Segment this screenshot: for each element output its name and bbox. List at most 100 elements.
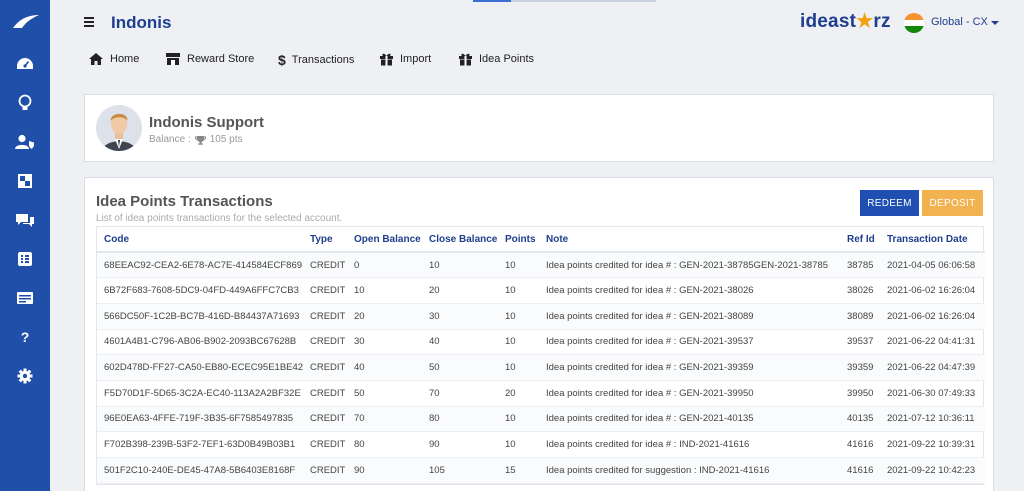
- cell-code: 566DC50F-1C2B-BC7B-416D-B84437A71693: [97, 303, 303, 330]
- cell-ref-id: 39950: [840, 380, 880, 407]
- column-header-type[interactable]: Type: [303, 227, 347, 253]
- cell-type: CREDIT: [303, 303, 347, 330]
- column-header-transaction-date[interactable]: Transaction Date: [880, 227, 985, 253]
- cell-points: 10: [498, 431, 539, 458]
- transactions-card: Idea Points Transactions List of idea po…: [84, 177, 994, 491]
- cell-close-balance: 90: [422, 431, 498, 458]
- cell-code: 4601A4B1-C796-AB06-B902-2093BC67628B: [97, 329, 303, 356]
- cell-open-balance: 70: [347, 406, 422, 433]
- hamburger-menu-icon[interactable]: [84, 17, 94, 27]
- cell-type: CREDIT: [303, 406, 347, 433]
- cell-close-balance: 70: [422, 380, 498, 407]
- table-row[interactable]: 68EEAC92-CEA2-6E78-AC7E-414584ECF869 CRED…: [97, 252, 985, 279]
- chat-icon[interactable]: [13, 208, 37, 232]
- cell-note: Idea points credited for idea # : GEN-20…: [539, 252, 840, 279]
- dollar-icon: $: [278, 52, 286, 68]
- cell-ref-id: 41616: [840, 457, 880, 484]
- table-row[interactable]: F702B398-239B-53F2-7EF1-63D0B49B03B1 CRED…: [97, 431, 985, 458]
- cell-transaction-date: 2021-06-02 16:26:04: [880, 277, 985, 304]
- column-header-points[interactable]: Points: [498, 227, 539, 253]
- gear-icon[interactable]: [13, 364, 37, 388]
- cell-note: Idea points credited for suggestion : IN…: [539, 457, 840, 484]
- table-row[interactable]: 602D478D-FF27-CA50-EB80-ECEC95E1BE42 CRED…: [97, 354, 985, 381]
- nav-reward-store[interactable]: Reward Store: [165, 52, 254, 66]
- trophy-icon: [194, 135, 206, 145]
- home-icon: [89, 53, 103, 65]
- nav-idea-points[interactable]: Idea Points: [458, 52, 534, 66]
- cell-note: Idea points credited for idea # : GEN-20…: [539, 277, 840, 304]
- cell-points: 15: [498, 457, 539, 484]
- column-header-ref-id[interactable]: Ref Id: [840, 227, 880, 253]
- cell-type: CREDIT: [303, 354, 347, 381]
- nav-import[interactable]: Import: [379, 52, 431, 66]
- top-accent-bar-secondary: [511, 0, 656, 2]
- app-title: Indonis: [111, 13, 172, 32]
- cell-close-balance: 50: [422, 354, 498, 381]
- cell-close-balance: 105: [422, 457, 498, 484]
- top-bar: Indonis ideast★rz Global - CX: [50, 0, 1024, 45]
- help-icon[interactable]: ?: [13, 325, 37, 349]
- cell-close-balance: 10: [422, 252, 498, 279]
- cell-points: 20: [498, 380, 539, 407]
- card-icon[interactable]: [13, 286, 37, 310]
- cell-code: F5D70D1F-5D65-3C2A-EC40-113A2A2BF32E: [97, 380, 303, 407]
- column-header-open-balance[interactable]: Open Balance: [347, 227, 422, 253]
- deposit-button[interactable]: DEPOSIT: [922, 190, 983, 216]
- cell-code: F702B398-239B-53F2-7EF1-63D0B49B03B1: [97, 431, 303, 458]
- cell-type: CREDIT: [303, 252, 347, 279]
- cell-points: 10: [498, 354, 539, 381]
- cell-type: CREDIT: [303, 380, 347, 407]
- redeem-button[interactable]: REDEEM: [860, 190, 919, 216]
- nav-home[interactable]: Home: [88, 52, 139, 66]
- cell-transaction-date: 2021-09-22 10:39:31: [880, 431, 985, 458]
- column-header-close-balance[interactable]: Close Balance: [422, 227, 498, 253]
- top-accent-bar: [473, 0, 511, 2]
- cell-open-balance: 20: [347, 303, 422, 330]
- balance: Balance : 105 pts: [149, 134, 243, 145]
- table-row[interactable]: 501F2C10-240E-DE45-47A8-5B6403E8168F CRED…: [97, 457, 985, 484]
- cell-open-balance: 10: [347, 277, 422, 304]
- cell-points: 10: [498, 329, 539, 356]
- cell-ref-id: 40135: [840, 406, 880, 433]
- cell-ref-id: 38026: [840, 277, 880, 304]
- cell-code: 602D478D-FF27-CA50-EB80-ECEC95E1BE42: [97, 354, 303, 381]
- region-selector[interactable]: Global - CX: [931, 16, 988, 28]
- star-icon: ★: [856, 11, 874, 32]
- column-header-code[interactable]: Code: [97, 227, 303, 253]
- user-shield-icon[interactable]: [13, 130, 37, 154]
- list-icon[interactable]: [13, 247, 37, 271]
- cell-points: 10: [498, 303, 539, 330]
- widget-icon[interactable]: [13, 169, 37, 193]
- cell-code: 6B72F683-7608-5DC9-04FD-449A6FFC7CB3: [97, 277, 303, 304]
- store-icon: [166, 53, 180, 65]
- brand-logo[interactable]: ideast★rz: [800, 10, 891, 33]
- chevron-down-icon[interactable]: [991, 21, 999, 25]
- cell-close-balance: 80: [422, 406, 498, 433]
- cell-ref-id: 38785: [840, 252, 880, 279]
- gift-icon: [380, 53, 393, 66]
- table-row[interactable]: 4601A4B1-C796-AB06-B902-2093BC67628B CRED…: [97, 329, 985, 356]
- dashboard-icon[interactable]: [13, 52, 37, 76]
- cell-note: Idea points credited for idea # : GEN-20…: [539, 380, 840, 407]
- cell-code: 68EEAC92-CEA2-6E78-AC7E-414584ECF869: [97, 252, 303, 279]
- cell-transaction-date: 2021-06-30 07:49:33: [880, 380, 985, 407]
- table-row[interactable]: 6B72F683-7608-5DC9-04FD-449A6FFC7CB3 CRED…: [97, 277, 985, 304]
- cell-note: Idea points credited for idea # : GEN-20…: [539, 406, 840, 433]
- india-flag-icon: [904, 13, 924, 33]
- cell-open-balance: 0: [347, 252, 422, 279]
- cell-ref-id: 38089: [840, 303, 880, 330]
- cell-close-balance: 30: [422, 303, 498, 330]
- table-row[interactable]: 96E0EA63-4FFE-719F-3B35-6F7585497835 CRED…: [97, 406, 985, 433]
- table-row[interactable]: 566DC50F-1C2B-BC7B-416D-B84437A71693 CRED…: [97, 303, 985, 330]
- column-header-note[interactable]: Note: [539, 227, 840, 253]
- logo-icon[interactable]: [12, 14, 40, 30]
- nav-transactions[interactable]: $ Transactions: [278, 52, 354, 68]
- avatar: [96, 105, 142, 151]
- cell-open-balance: 30: [347, 329, 422, 356]
- table-row[interactable]: F5D70D1F-5D65-3C2A-EC40-113A2A2BF32E CRED…: [97, 380, 985, 407]
- cell-points: 10: [498, 277, 539, 304]
- cell-transaction-date: 2021-06-22 04:41:31: [880, 329, 985, 356]
- lightbulb-icon[interactable]: [13, 91, 37, 115]
- cell-note: Idea points credited for idea # : GEN-20…: [539, 329, 840, 356]
- cell-close-balance: 20: [422, 277, 498, 304]
